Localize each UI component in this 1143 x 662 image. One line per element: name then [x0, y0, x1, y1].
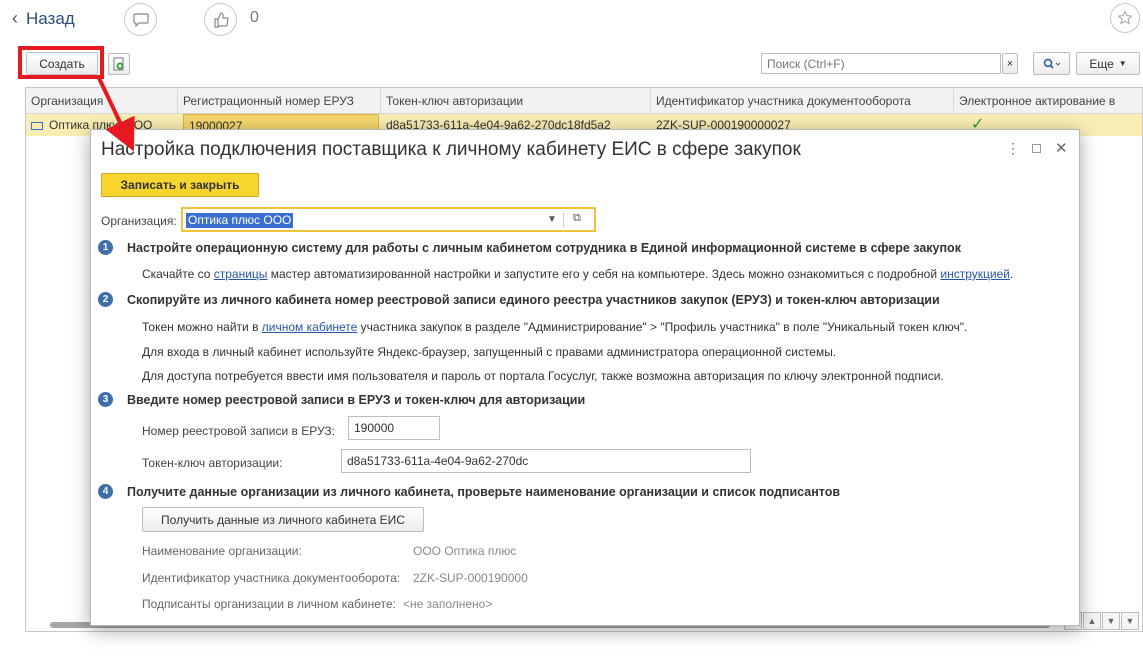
column-header-organization[interactable]: Организация: [26, 88, 178, 114]
step-1-heading: 1 Настройте операционную систему для раб…: [98, 240, 961, 255]
step-4-number: 4: [98, 484, 113, 499]
personal-cabinet-link[interactable]: личном кабинете: [262, 320, 358, 334]
column-header-participant-id[interactable]: Идентификатор участника документооборота: [651, 88, 954, 114]
signers-value: <не заполнено>: [403, 597, 493, 611]
step-2-text-2: Для входа в личный кабинет используйте Я…: [142, 345, 837, 359]
close-icon: ✕: [1055, 140, 1068, 157]
step-2-text-3: Для доступа потребуется ввести имя польз…: [142, 369, 944, 383]
org-name-value: ООО Оптика плюс: [413, 544, 517, 558]
top-bar: ‹ Назад 0: [0, 0, 1143, 40]
scroll-bottom-button[interactable]: ▼: [1121, 612, 1139, 630]
copy-button[interactable]: [108, 53, 130, 75]
step-2-title: Скопируйте из личного кабинета номер рее…: [127, 292, 940, 307]
dialog-menu-button[interactable]: ⋮: [1006, 140, 1020, 157]
dialog-title: Настройка подключения поставщика к лично…: [101, 139, 801, 160]
organization-field[interactable]: Оптика плюс ООО ▼ ⧉: [181, 207, 596, 232]
column-header-e-acts[interactable]: Электронное актирование в: [954, 88, 1142, 114]
field-separator: [563, 213, 564, 227]
column-header-token[interactable]: Токен-ключ авторизации: [381, 88, 651, 114]
search-input[interactable]: [761, 53, 1001, 74]
like-button[interactable]: [204, 3, 237, 36]
search-button[interactable]: [1033, 52, 1070, 75]
step-2-text-b: участника закупок в разделе "Администрир…: [357, 320, 968, 334]
chevron-left-icon: ‹: [12, 8, 18, 28]
step-2-heading: 2 Скопируйте из личного кабинета номер р…: [98, 292, 940, 307]
step-1-title: Настройте операционную систему для работ…: [127, 240, 961, 255]
table-header: Организация Регистрационный номер ЕРУЗ Т…: [26, 88, 1142, 114]
step-1-text-c: .: [1009, 267, 1014, 281]
scroll-down-button[interactable]: ▼: [1102, 612, 1120, 630]
step-1-text-b: мастер автоматизированной настройки и за…: [267, 267, 941, 281]
clear-search-button[interactable]: ×: [1002, 53, 1018, 74]
comment-button[interactable]: [124, 3, 157, 36]
back-button[interactable]: ‹ Назад: [12, 8, 75, 29]
star-icon: [1117, 10, 1133, 25]
participant-id-label: Идентификатор участника документооборота…: [142, 571, 401, 585]
up-icon: ▲: [1087, 616, 1097, 626]
down-icon: ▼: [1106, 616, 1116, 626]
close-button[interactable]: ✕: [1055, 139, 1068, 157]
step-3-heading: 3 Введите номер реестровой записи в ЕРУЗ…: [98, 392, 585, 407]
step-2-text-1: Токен можно найти в личном кабинете учас…: [142, 320, 967, 334]
org-name-label: Наименование организации:: [142, 544, 302, 558]
step-2-text-a: Токен можно найти в: [142, 320, 262, 334]
comment-icon: [132, 12, 149, 27]
reg-number-label: Номер реестровой записи в ЕРУЗ:: [142, 424, 335, 438]
participant-id-value: 2ZK-SUP-000190000: [413, 571, 528, 585]
scroll-up-button[interactable]: ▲: [1083, 612, 1101, 630]
maximize-button[interactable]: ☐: [1031, 142, 1042, 156]
step-4-title: Получите данные организации из личного к…: [127, 484, 841, 499]
step-3-number: 3: [98, 392, 113, 407]
thumbs-up-icon: [213, 11, 229, 28]
more-button[interactable]: Еще ▼: [1076, 52, 1140, 75]
add-document-icon: [113, 57, 124, 71]
token-input[interactable]: d8a51733-611a-4e04-9a62-270dc: [341, 449, 751, 473]
save-and-close-button[interactable]: Записать и закрыть: [101, 173, 259, 197]
signers-label: Подписанты организации в личном кабинете…: [142, 597, 396, 611]
reg-number-input[interactable]: 190000: [348, 416, 440, 440]
double-down-icon: ▼: [1125, 616, 1135, 626]
token-label: Токен-ключ авторизации:: [142, 456, 283, 470]
favorite-button[interactable]: [1110, 3, 1140, 33]
step-1-text-a: Скачайте со: [142, 267, 214, 281]
back-label: Назад: [26, 8, 75, 28]
dropdown-arrow-icon[interactable]: ▼: [547, 214, 557, 225]
kebab-icon: ⋮: [1006, 140, 1020, 156]
column-header-reg-number[interactable]: Регистрационный номер ЕРУЗ: [178, 88, 381, 114]
instruction-link[interactable]: инструкцией: [940, 267, 1010, 281]
get-data-button[interactable]: Получить данные из личного кабинета ЕИС: [142, 507, 424, 532]
step-3-title: Введите номер реестровой записи в ЕРУЗ и…: [127, 392, 586, 407]
organization-field-value: Оптика плюс ООО: [186, 213, 294, 228]
more-label: Еще: [1089, 56, 1114, 71]
search-icon: [1043, 58, 1060, 69]
settings-dialog: Настройка подключения поставщика к лично…: [90, 129, 1080, 626]
organization-label: Организация:: [101, 214, 177, 228]
page-link[interactable]: страницы: [214, 267, 268, 281]
step-1-text: Скачайте со страницы мастер автоматизиро…: [142, 267, 1013, 281]
step-1-number: 1: [98, 240, 113, 255]
caret-down-icon: ▼: [1118, 59, 1127, 68]
step-4-heading: 4 Получите данные организации из личного…: [98, 484, 840, 499]
open-link-icon[interactable]: ⧉: [573, 212, 581, 225]
card-icon: [31, 121, 43, 130]
step-2-number: 2: [98, 292, 113, 307]
like-count: 0: [250, 9, 259, 26]
maximize-icon: ☐: [1031, 142, 1042, 156]
create-button[interactable]: Создать: [26, 52, 98, 75]
